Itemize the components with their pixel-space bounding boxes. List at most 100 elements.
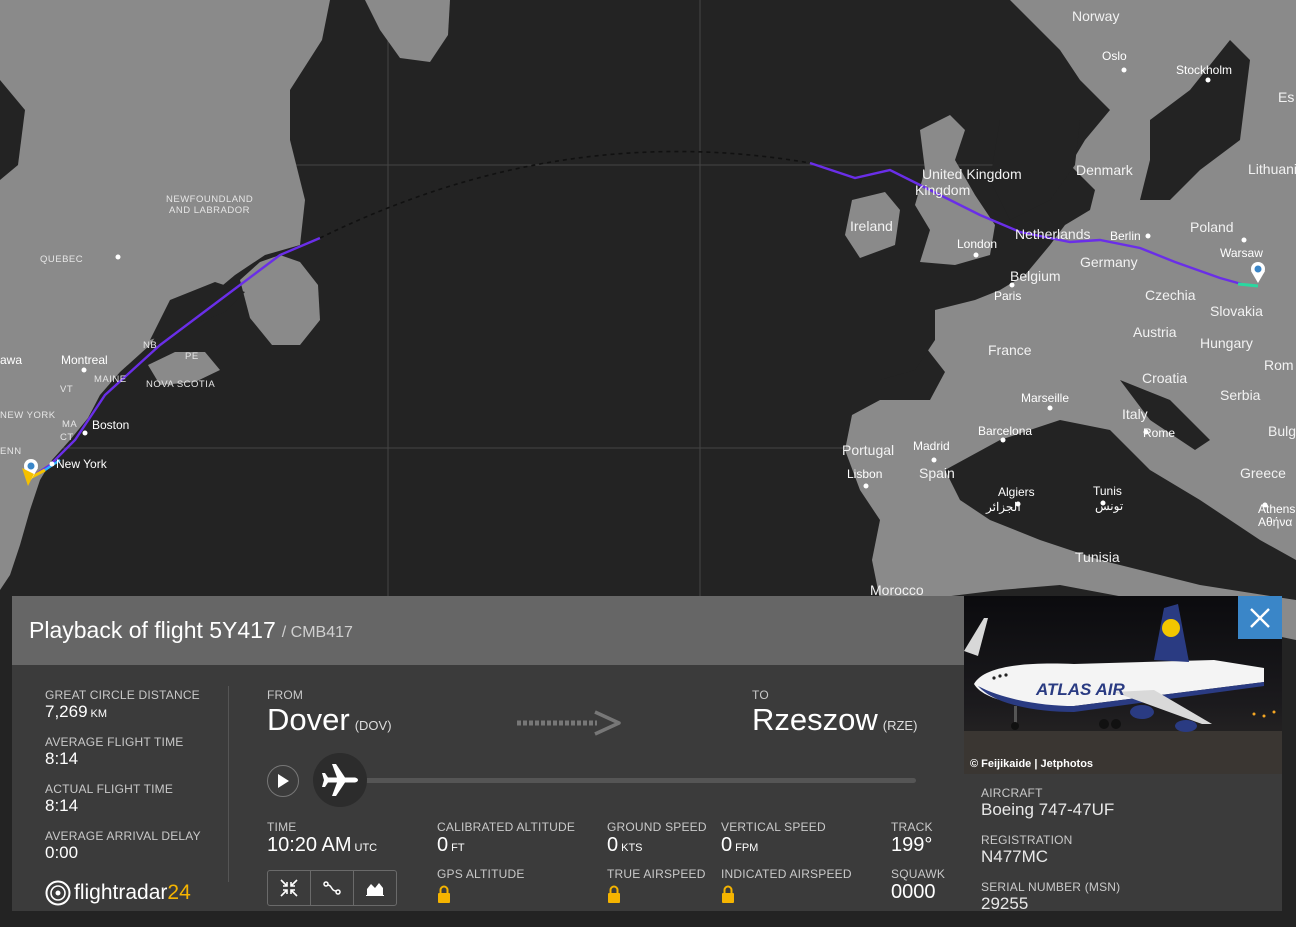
- from-code: (DOV): [354, 718, 392, 733]
- map-city-barcelona: Barcelona: [978, 424, 1032, 438]
- to-airport[interactable]: TO Rzeszow (RZE): [752, 688, 917, 738]
- map-label-belgium: Belgium: [1010, 268, 1061, 284]
- map-city-warsaw: Warsaw: [1220, 246, 1263, 260]
- map-label-italy: Italy: [1122, 406, 1148, 422]
- map-city-marseille: Marseille: [1021, 391, 1069, 405]
- map-city-berlin: Berlin: [1110, 229, 1141, 243]
- map-label-netherlands: Netherlands: [1015, 226, 1091, 242]
- metric-gps-altitude: GPS ALTITUDE: [437, 867, 525, 908]
- to-city: Rzeszow: [752, 702, 878, 737]
- metric-squawk: SQUAWK 0000: [891, 867, 946, 903]
- logo-accent: 24: [167, 881, 191, 904]
- map-label-germany: Germany: [1080, 254, 1138, 270]
- map-label-hungary: Hungary: [1200, 335, 1253, 351]
- map-label-austria: Austria: [1133, 324, 1177, 340]
- route-arrow-icon: [517, 710, 621, 736]
- metric-true-airspeed: TRUE AIRSPEED: [607, 867, 706, 908]
- aircraft-registration: REGISTRATION N477MC: [981, 833, 1073, 866]
- metric-indicated-airspeed: INDICATED AIRSPEED: [721, 867, 852, 908]
- stat-avg-flight-time: AVERAGE FLIGHT TIME 8:14: [45, 735, 184, 768]
- radar-icon: [45, 880, 71, 906]
- lock-icon[interactable]: [721, 885, 735, 903]
- map-region-maine: MAINE: [94, 374, 127, 385]
- map-label-france: France: [988, 342, 1032, 358]
- aircraft-info: AIRCRAFT Boeing 747-47UF REGISTRATION N4…: [981, 786, 1120, 927]
- map-label-uk: United Kingdom: [922, 166, 1022, 182]
- playback-panel: Playback of flight 5Y417 / CMB417 GREAT …: [12, 596, 964, 911]
- playback-slider-handle[interactable]: [313, 753, 367, 807]
- route-icon: [323, 881, 341, 895]
- collapse-button[interactable]: [267, 870, 311, 906]
- map-city-tunis: Tunis: [1093, 484, 1122, 498]
- map-city-ottawa: awa: [0, 353, 22, 367]
- photo-credit[interactable]: © Feijikaide | Jetphotos: [970, 758, 1093, 770]
- graph-icon: [366, 883, 384, 896]
- map-label-czechia: Czechia: [1145, 287, 1196, 303]
- map-city-lisbon: Lisbon: [847, 467, 882, 481]
- to-label: TO: [752, 688, 769, 702]
- map-region-vt: VT: [60, 384, 73, 395]
- stat-avg-arrival-delay: AVERAGE ARRIVAL DELAY 0:00: [45, 829, 201, 862]
- map-region-ct: CT: [60, 432, 74, 443]
- map-city-paris: Paris: [994, 289, 1021, 303]
- lock-icon[interactable]: [607, 885, 621, 903]
- aircraft-image: ATLAS AIR: [964, 596, 1282, 774]
- route-button[interactable]: [310, 870, 354, 906]
- map-label-denmark: Denmark: [1076, 162, 1134, 178]
- divider: [228, 686, 229, 882]
- map-label-norway: Norway: [1072, 8, 1119, 24]
- map-label-portugal: Portugal: [842, 442, 894, 458]
- map-label-poland: Poland: [1190, 219, 1234, 235]
- map-region-ns: NOVA SCOTIA: [146, 379, 215, 390]
- map-label-estonia: Es: [1278, 89, 1294, 105]
- metric-vertical-speed: VERTICAL SPEED 0 FPM: [721, 820, 826, 856]
- map-label-slovakia: Slovakia: [1210, 303, 1263, 319]
- from-city: Dover: [267, 702, 350, 737]
- stat-great-circle: GREAT CIRCLE DISTANCE 7,269 KM: [45, 688, 200, 721]
- map-region-penn: ENN: [0, 446, 22, 457]
- play-icon: [278, 774, 289, 788]
- close-icon: [1250, 607, 1270, 628]
- play-button[interactable]: [267, 765, 299, 797]
- map-region-nb: NB: [143, 340, 157, 351]
- map-label-tunisia: Tunisia: [1075, 549, 1120, 565]
- map-city-athens-gr: Αθήνα: [1258, 515, 1292, 529]
- map-city-london: London: [957, 237, 997, 251]
- map-region-nl1: NEWFOUNDLAND: [166, 194, 253, 205]
- map-label-spain: Spain: [919, 465, 955, 481]
- close-button[interactable]: [1238, 596, 1282, 639]
- map-city-newyork: New York: [56, 457, 108, 471]
- playback-slider[interactable]: [332, 778, 916, 783]
- airplane-icon: [322, 764, 358, 796]
- aircraft-serial: SERIAL NUMBER (MSN) 29255: [981, 880, 1121, 913]
- flight-stats: GREAT CIRCLE DISTANCE 7,269 KM AVERAGE FL…: [45, 688, 225, 876]
- to-code: (RZE): [882, 718, 918, 733]
- view-mode-buttons: [267, 870, 397, 906]
- metric-time: TIME 10:20 AM UTC: [267, 820, 378, 856]
- map-city-stockholm: Stockholm: [1176, 63, 1232, 77]
- map-label-romania: Rom: [1264, 357, 1294, 373]
- flightradar24-logo[interactable]: flightradar24: [45, 880, 191, 906]
- stat-actual-flight-time: ACTUAL FLIGHT TIME 8:14: [45, 782, 174, 815]
- map-region-quebec: QUEBEC: [40, 254, 83, 265]
- lock-icon[interactable]: [437, 885, 451, 903]
- logo-main: flightradar: [74, 881, 168, 904]
- map-city-boston: Boston: [92, 418, 129, 432]
- map-region-nl2: AND LABRADOR: [169, 205, 250, 216]
- map-label-greece: Greece: [1240, 465, 1286, 481]
- metric-track: TRACK 199°: [891, 820, 933, 856]
- map-city-algiers-ar: الجزائر: [985, 500, 1021, 514]
- from-airport[interactable]: FROM Dover (DOV): [267, 688, 392, 738]
- panel-callsign: / CMB417: [281, 624, 353, 641]
- collapse-icon: [280, 879, 298, 897]
- metric-ground-speed: GROUND SPEED 0 KTS: [607, 820, 707, 856]
- map-label-ireland: Ireland: [850, 218, 893, 234]
- map-label-serbia: Serbia: [1220, 387, 1261, 403]
- graph-button[interactable]: [353, 870, 397, 906]
- metric-calibrated-altitude: CALIBRATED ALTITUDE 0 FT: [437, 820, 576, 856]
- map-label-bulgaria: Bulg: [1268, 423, 1296, 439]
- aircraft-photo[interactable]: ATLAS AIR © Feijikaide | Jetphotos: [964, 596, 1282, 774]
- map-city-oslo: Oslo: [1102, 49, 1127, 63]
- panel-title: Playback of flight 5Y417: [29, 617, 276, 643]
- map-label-croatia: Croatia: [1142, 370, 1187, 386]
